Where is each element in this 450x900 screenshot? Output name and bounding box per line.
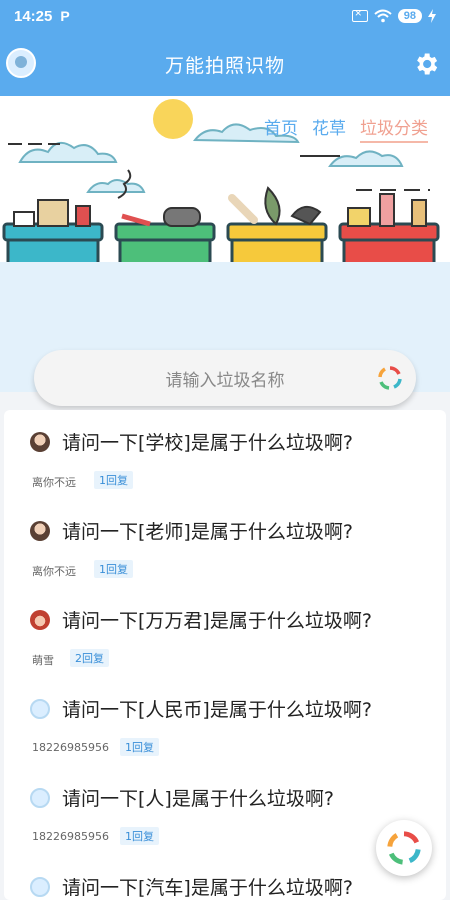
search-input[interactable]: 请输入垃圾名称 bbox=[166, 366, 285, 391]
question-text: 请问一下[万万君]是属于什么垃圾啊? bbox=[62, 610, 372, 632]
nav-garbage-classification[interactable]: 垃圾分类 bbox=[360, 114, 428, 143]
question-text: 请问一下[学校]是属于什么垃圾啊? bbox=[62, 432, 353, 454]
notification-p-icon: P bbox=[60, 8, 70, 24]
reply-count-badge: 1回复 bbox=[94, 560, 133, 578]
user-name: 18226985956 bbox=[32, 741, 109, 754]
status-time: 14:25 bbox=[14, 7, 53, 25]
nav-home[interactable]: 首页 bbox=[264, 114, 298, 143]
gear-icon[interactable] bbox=[412, 50, 440, 78]
search-bar[interactable]: 请输入垃圾名称 bbox=[34, 350, 416, 406]
no-sim-icon bbox=[351, 6, 368, 22]
wifi-icon bbox=[374, 9, 392, 23]
user-avatar bbox=[30, 699, 50, 719]
scan-fab-button[interactable] bbox=[376, 820, 432, 876]
nav-flowers[interactable]: 花草 bbox=[312, 114, 346, 143]
question-text: 请问一下[人民币]是属于什么垃圾啊? bbox=[62, 699, 372, 721]
battery-indicator: 98 bbox=[397, 9, 422, 23]
list-item[interactable]: 请问一下[人民币]是属于什么垃圾啊? 18226985956 1回复 bbox=[4, 677, 446, 766]
question-text: 请问一下[老师]是属于什么垃圾啊? bbox=[62, 521, 353, 543]
profile-avatar[interactable] bbox=[6, 48, 36, 78]
question-text: 请问一下[人]是属于什么垃圾啊? bbox=[62, 788, 334, 810]
question-list: 请问一下[学校]是属于什么垃圾啊? 离你不远 1回复 请问一下[老师]是属于什么… bbox=[4, 410, 446, 900]
user-avatar bbox=[30, 432, 50, 452]
question-text: 请问一下[汽车]是属于什么垃圾啊? bbox=[62, 877, 353, 899]
user-avatar bbox=[30, 610, 50, 630]
app-title: 万能拍照识物 bbox=[164, 54, 285, 77]
top-nav: 首页 花草 垃圾分类 bbox=[264, 114, 428, 143]
user-name: 18226985956 bbox=[32, 830, 109, 843]
reply-count-badge: 1回复 bbox=[120, 738, 159, 756]
user-name: 萌雪 bbox=[32, 654, 54, 667]
user-avatar bbox=[30, 788, 50, 808]
user-name: 离你不远 bbox=[32, 565, 76, 578]
reply-count-badge: 1回复 bbox=[94, 471, 133, 489]
list-item[interactable]: 请问一下[万万君]是属于什么垃圾啊? 萌雪 2回复 bbox=[4, 588, 446, 677]
app-bar: 万能拍照识物 bbox=[0, 32, 450, 96]
list-item[interactable]: 请问一下[学校]是属于什么垃圾啊? 离你不远 1回复 bbox=[4, 410, 446, 499]
recycle-icon bbox=[387, 831, 421, 865]
reply-count-badge: 1回复 bbox=[120, 827, 159, 845]
recycle-icon[interactable] bbox=[378, 366, 402, 390]
charging-icon bbox=[428, 9, 436, 23]
reply-count-badge: 2回复 bbox=[70, 649, 109, 667]
user-avatar bbox=[30, 521, 50, 541]
user-avatar bbox=[30, 877, 50, 897]
user-name: 离你不远 bbox=[32, 476, 76, 489]
list-item[interactable]: 请问一下[老师]是属于什么垃圾啊? 离你不远 1回复 bbox=[4, 499, 446, 588]
status-bar: 14:25 P 98 bbox=[0, 0, 450, 32]
